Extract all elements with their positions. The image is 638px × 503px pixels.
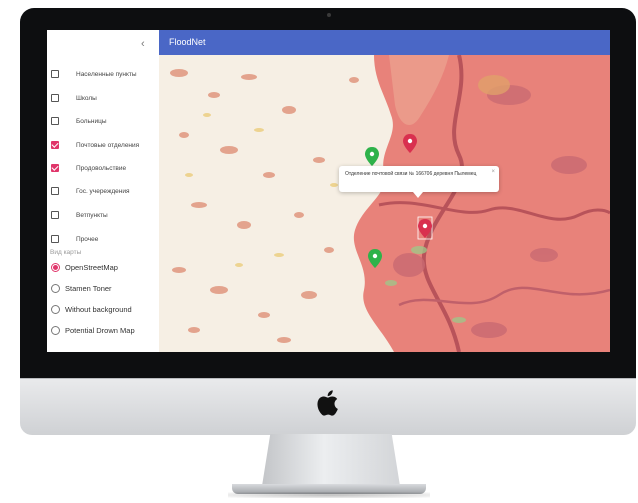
checkbox-checked[interactable] — [51, 164, 59, 172]
radio-stamen-toner[interactable]: Stamen Toner — [51, 281, 159, 295]
popup-text: Отделение почтовой связи № 166706 деревн… — [345, 171, 477, 177]
map-canvas[interactable] — [159, 55, 610, 352]
radio-openstreetmap[interactable]: OpenStreetMap — [51, 260, 159, 274]
layer-item-other[interactable]: Прочее — [51, 231, 159, 247]
apple-logo-icon — [317, 390, 338, 416]
radio-label: Without background — [65, 304, 132, 314]
radio-label: OpenStreetMap — [65, 262, 118, 272]
app-screen: ‹ Населенные пункты Школы Больницы Почто… — [47, 30, 610, 352]
radio-button[interactable] — [51, 325, 60, 335]
sand-patch — [478, 75, 510, 95]
monitor-stand — [262, 434, 400, 486]
map-type-title: Вид карты — [50, 249, 82, 256]
checkbox[interactable] — [51, 117, 59, 125]
layer-label: Школы — [76, 94, 97, 102]
layer-label: Ветпункты — [76, 211, 108, 219]
radio-without-background[interactable]: Without background — [51, 302, 159, 316]
checkbox[interactable] — [51, 235, 59, 243]
layer-label: Почтовые отделения — [76, 141, 140, 149]
radio-button[interactable] — [51, 283, 60, 293]
layer-label: Больницы — [76, 117, 107, 125]
layer-item-gov-institutions[interactable]: Гос. учереждения — [51, 183, 159, 199]
marker-popup: Отделение почтовой связи № 166706 деревн… — [339, 166, 499, 198]
layer-item-schools[interactable]: Школы — [51, 90, 159, 106]
checkbox[interactable] — [51, 187, 59, 195]
radio-potential-drown-map[interactable]: Potential Drown Map — [51, 323, 159, 337]
popup-pointer — [413, 192, 423, 198]
app-bar: FloodNet — [159, 30, 610, 55]
layer-label: Гос. учереждения — [76, 187, 130, 195]
radio-button[interactable] — [51, 304, 60, 314]
stand-shadow — [228, 492, 430, 498]
radio-button-selected[interactable] — [51, 262, 60, 272]
layer-item-settlements[interactable]: Населенные пункты — [51, 66, 159, 82]
checkbox[interactable] — [51, 94, 59, 102]
layer-label: Прочее — [76, 235, 99, 243]
map-view[interactable] — [159, 55, 610, 352]
layer-item-vet-points[interactable]: Ветпункты — [51, 207, 159, 223]
layer-item-post-offices[interactable]: Почтовые отделения — [51, 137, 159, 153]
imac-mockup: ‹ Населенные пункты Школы Больницы Почто… — [0, 0, 638, 503]
collapse-sidebar-icon[interactable]: ‹ — [141, 38, 145, 50]
checkbox-checked[interactable] — [51, 141, 59, 149]
sidebar: ‹ Населенные пункты Школы Больницы Почто… — [47, 30, 160, 352]
layer-item-food[interactable]: Продовольствие — [51, 160, 159, 176]
layer-item-hospitals[interactable]: Больницы — [51, 113, 159, 129]
layer-label: Продовольствие — [76, 164, 127, 172]
radio-label: Potential Drown Map — [65, 325, 135, 335]
app-title: FloodNet — [169, 37, 206, 47]
close-icon[interactable]: × — [491, 169, 495, 175]
radio-label: Stamen Toner — [65, 283, 112, 293]
checkbox[interactable] — [51, 70, 59, 78]
checkbox[interactable] — [51, 211, 59, 219]
camera-dot — [327, 13, 331, 17]
layer-label: Населенные пункты — [76, 70, 137, 78]
